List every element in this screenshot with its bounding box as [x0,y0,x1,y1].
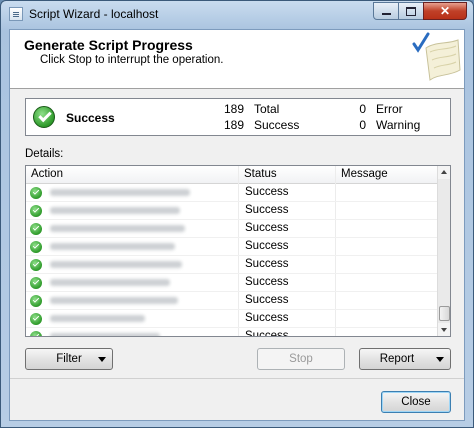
success-check-icon [30,295,42,307]
success-check-icon [30,223,42,235]
row-status: Success [245,186,289,198]
details-grid[interactable]: Action Status Message Success Success Su… [25,165,451,337]
redacted-action-text [50,333,160,336]
summary-status: Success [66,111,115,125]
row-status: Success [245,204,289,216]
scrollbar-thumb[interactable] [439,306,450,321]
row-status: Success [245,312,289,324]
row-status: Success [245,294,289,306]
scroll-down-icon[interactable] [438,323,450,336]
table-row[interactable]: Success [26,220,438,238]
row-status: Success [245,240,289,252]
success-check-icon [30,205,42,217]
window-app-icon [9,7,23,21]
redacted-action-text [50,243,175,250]
error-label: Error [376,102,403,116]
grid-rows: Success Success Success Success Success … [26,184,438,337]
table-row[interactable]: Success [26,184,438,202]
dropdown-arrow-icon [436,357,444,362]
filter-button[interactable]: Filter [25,348,113,370]
row-status: Success [245,222,289,234]
minimize-button[interactable] [373,2,399,20]
success-count: 189 [223,118,244,132]
redacted-action-text [50,225,185,232]
close-window-button[interactable]: ✕ [423,2,467,20]
vertical-scrollbar[interactable] [437,166,450,336]
success-check-icon [30,241,42,253]
report-button[interactable]: Report [359,348,451,370]
stop-button-label: Stop [289,353,313,365]
scroll-up-icon[interactable] [438,166,450,179]
success-check-icon [30,259,42,271]
success-check-icon [30,331,42,336]
dialog-client-area: Generate Script Progress Click Stop to i… [9,29,465,421]
error-count: 0 [359,102,366,116]
table-row[interactable]: Success [26,256,438,274]
table-row[interactable]: Success [26,238,438,256]
success-check-icon [30,313,42,325]
close-button[interactable]: Close [381,391,451,413]
page-subtitle: Click Stop to interrupt the operation. [40,54,224,66]
column-header-status[interactable]: Status [239,166,336,183]
grid-header: Action Status Message [26,166,438,184]
redacted-action-text [50,207,180,214]
stop-button[interactable]: Stop [257,348,345,370]
footer-divider [10,378,464,379]
filter-button-label: Filter [56,353,82,365]
redacted-action-text [50,189,190,196]
maximize-button[interactable] [398,2,424,20]
redacted-action-text [50,315,145,322]
table-row[interactable]: Success [26,292,438,310]
success-label: Success [254,118,300,132]
redacted-action-text [50,261,182,268]
redacted-action-text [50,279,170,286]
column-header-message[interactable]: Message [336,166,438,183]
success-check-icon [30,187,42,199]
row-status: Success [245,330,289,337]
close-button-label: Close [401,396,431,408]
wizard-scroll-icon [412,32,461,81]
row-status: Success [245,276,289,288]
report-button-label: Report [379,353,415,365]
column-header-action[interactable]: Action [26,166,239,183]
total-count: 189 [223,102,244,116]
dropdown-arrow-icon [98,357,106,362]
redacted-action-text [50,297,178,304]
script-wizard-window: Script Wizard - localhost ✕ Generate Scr… [0,0,474,428]
close-icon: ✕ [439,4,451,18]
title-bar[interactable]: Script Wizard - localhost ✕ [1,1,473,29]
total-label: Total [254,102,280,116]
table-row[interactable]: Success [26,310,438,328]
window-title: Script Wizard - localhost [29,7,159,21]
page-title: Generate Script Progress [24,37,193,53]
success-check-icon [30,277,42,289]
success-check-icon [33,106,55,128]
row-status: Success [245,258,289,270]
table-row[interactable]: Success [26,202,438,220]
table-row[interactable]: Success [26,328,438,337]
warning-count: 0 [359,118,366,132]
table-row[interactable]: Success [26,274,438,292]
wizard-header: Generate Script Progress Click Stop to i… [10,30,464,89]
summary-panel: Success 189 Total 189 Success 0 Error 0 … [25,98,451,136]
warning-label: Warning [376,118,421,132]
details-label: Details: [25,148,64,160]
